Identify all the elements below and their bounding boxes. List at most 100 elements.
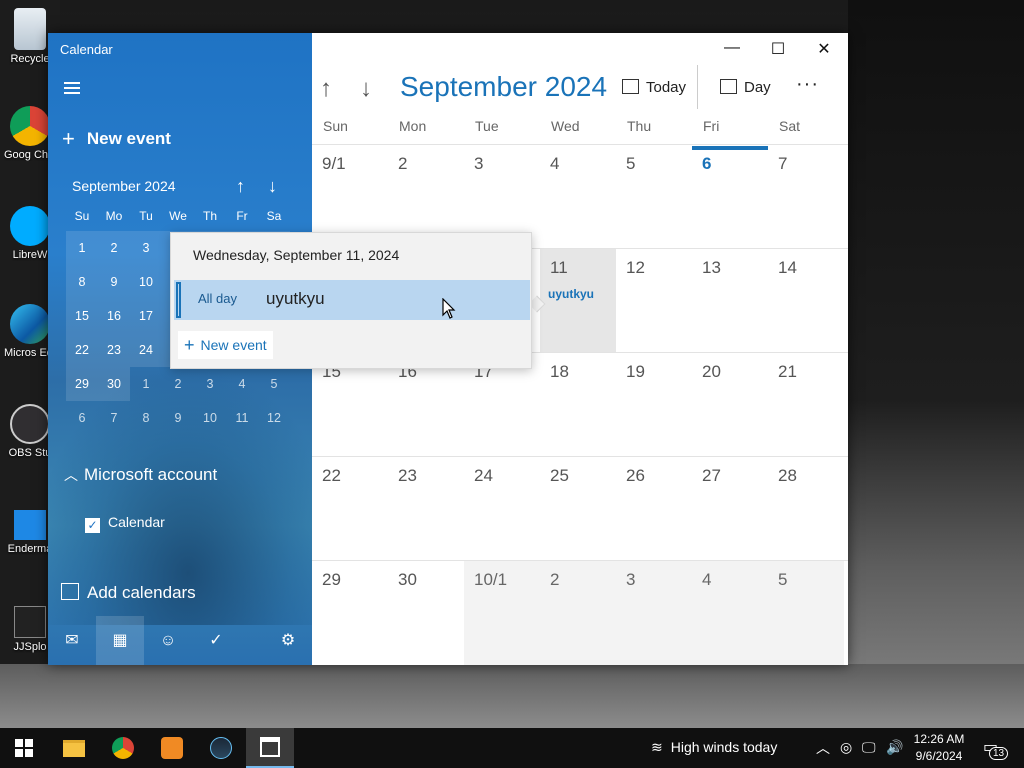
- steam-taskbar-button[interactable]: [197, 728, 245, 768]
- tray-overflow-chevron-icon[interactable]: ︿: [816, 738, 830, 758]
- calendar-event[interactable]: uyutkyu: [548, 287, 594, 301]
- day-cell[interactable]: 21: [768, 353, 844, 457]
- volume-icon[interactable]: 🔊: [886, 739, 903, 756]
- people-icon[interactable]: ☺: [144, 616, 192, 665]
- hamburger-menu-icon[interactable]: [64, 82, 80, 94]
- day-cell[interactable]: 19: [616, 353, 692, 457]
- mini-day[interactable]: 17: [130, 299, 162, 333]
- day-number: 12: [626, 258, 645, 277]
- day-cell[interactable]: 26: [616, 457, 692, 561]
- mini-day[interactable]: 12: [258, 401, 290, 435]
- mini-day[interactable]: 4: [226, 367, 258, 401]
- settings-icon[interactable]: ⚙: [264, 616, 312, 665]
- mini-day[interactable]: 11: [226, 401, 258, 435]
- new-event-button[interactable]: + New event: [62, 126, 171, 152]
- view-switch-button[interactable]: Day: [720, 79, 771, 96]
- next-month-arrow-icon[interactable]: ↓: [360, 75, 372, 103]
- day-cell[interactable]: 14: [768, 249, 844, 353]
- current-month-title[interactable]: September 2024: [400, 71, 607, 103]
- chrome-taskbar-button[interactable]: [99, 728, 147, 768]
- mini-day[interactable]: 10: [194, 401, 226, 435]
- day-cell[interactable]: 5: [768, 561, 844, 665]
- today-button[interactable]: Today: [622, 79, 686, 96]
- day-cell[interactable]: 30: [388, 561, 464, 665]
- mini-day[interactable]: 3: [130, 231, 162, 265]
- mini-day[interactable]: 10: [130, 265, 162, 299]
- minimize-button[interactable]: —: [709, 39, 755, 57]
- desktop-background-right: [848, 0, 1024, 728]
- day-cell[interactable]: 20: [692, 353, 768, 457]
- close-button[interactable]: ✕: [801, 39, 847, 59]
- day-number: 11: [550, 258, 568, 277]
- calendar-taskbar-button[interactable]: [246, 728, 294, 768]
- day-number: 18: [550, 362, 569, 381]
- day-cell[interactable]: 29: [312, 561, 388, 665]
- mini-day[interactable]: 8: [130, 401, 162, 435]
- day-cell[interactable]: 24: [464, 457, 540, 561]
- mini-day[interactable]: 30: [98, 367, 130, 401]
- weather-text: High winds today: [670, 739, 778, 755]
- day-cell[interactable]: 11 uyutkyu: [540, 249, 616, 353]
- day-cell[interactable]: 4: [540, 145, 616, 249]
- weekday-header: Sat: [779, 118, 801, 134]
- day-cell[interactable]: 4: [692, 561, 768, 665]
- mini-next-arrow-icon[interactable]: ↓: [268, 176, 277, 197]
- day-cell[interactable]: 23: [388, 457, 464, 561]
- mini-day[interactable]: 1: [66, 231, 98, 265]
- checkbox-checked-icon: ✓: [85, 518, 100, 533]
- mini-day[interactable]: 16: [98, 299, 130, 333]
- add-calendars-button[interactable]: Add calendars: [61, 583, 196, 603]
- mini-day[interactable]: 1: [130, 367, 162, 401]
- mini-prev-arrow-icon[interactable]: ↑: [236, 176, 245, 197]
- mini-day[interactable]: 8: [66, 265, 98, 299]
- day-cell[interactable]: 22: [312, 457, 388, 561]
- mini-day[interactable]: 2: [98, 231, 130, 265]
- meet-now-icon[interactable]: ◎: [840, 739, 852, 756]
- mini-day[interactable]: 2: [162, 367, 194, 401]
- plus-icon: +: [62, 126, 75, 151]
- mini-day[interactable]: 3: [194, 367, 226, 401]
- day-cell[interactable]: 6: [692, 145, 768, 249]
- mini-day[interactable]: 29: [66, 367, 98, 401]
- today-icon: [622, 79, 639, 94]
- more-options-icon[interactable]: ···: [796, 73, 819, 96]
- mini-day[interactable]: 15: [66, 299, 98, 333]
- day-cell[interactable]: 10/1: [464, 561, 540, 665]
- popup-event-item[interactable]: All day uyutkyu: [174, 280, 530, 320]
- week-row: 29 30 10/1 2 3 4 5: [312, 560, 848, 665]
- mini-day[interactable]: 5: [258, 367, 290, 401]
- day-cell[interactable]: 27: [692, 457, 768, 561]
- mini-day[interactable]: 24: [130, 333, 162, 367]
- mini-day[interactable]: 9: [162, 401, 194, 435]
- start-button[interactable]: [0, 728, 48, 768]
- calendar-icon[interactable]: ▦: [96, 616, 144, 665]
- day-cell[interactable]: 28: [768, 457, 844, 561]
- file-explorer-button[interactable]: [50, 728, 98, 768]
- calendar-checkbox[interactable]: ✓ Calendar: [85, 514, 165, 533]
- mini-day[interactable]: 9: [98, 265, 130, 299]
- mini-day[interactable]: 7: [98, 401, 130, 435]
- mail-icon[interactable]: ✉: [48, 616, 96, 665]
- system-clock[interactable]: 12:26 AM 9/6/2024: [906, 731, 972, 765]
- day-cell[interactable]: 12: [616, 249, 692, 353]
- day-cell[interactable]: 2: [540, 561, 616, 665]
- day-cell[interactable]: 7: [768, 145, 844, 249]
- todo-icon[interactable]: ✓: [192, 616, 240, 665]
- day-cell[interactable]: 5: [616, 145, 692, 249]
- mini-day[interactable]: 6: [66, 401, 98, 435]
- mini-day[interactable]: 23: [98, 333, 130, 367]
- weather-widget[interactable]: ≋ High winds today: [651, 739, 777, 756]
- popup-new-event-button[interactable]: + New event: [178, 331, 273, 359]
- mini-day[interactable]: 22: [66, 333, 98, 367]
- day-cell[interactable]: 3: [616, 561, 692, 665]
- microsoft-account-toggle[interactable]: ︿ Microsoft account: [64, 465, 217, 485]
- maximize-button[interactable]: ☐: [755, 39, 801, 59]
- app-taskbar-button[interactable]: [148, 728, 196, 768]
- day-cell[interactable]: 25: [540, 457, 616, 561]
- notification-center-button[interactable]: ▭ 13: [983, 737, 1009, 760]
- previous-month-arrow-icon[interactable]: ↑: [320, 75, 332, 103]
- day-cell[interactable]: 13: [692, 249, 768, 353]
- mini-calendar-month[interactable]: September 2024: [72, 178, 176, 194]
- network-icon[interactable]: 🖵: [862, 739, 876, 756]
- day-cell[interactable]: 18: [540, 353, 616, 457]
